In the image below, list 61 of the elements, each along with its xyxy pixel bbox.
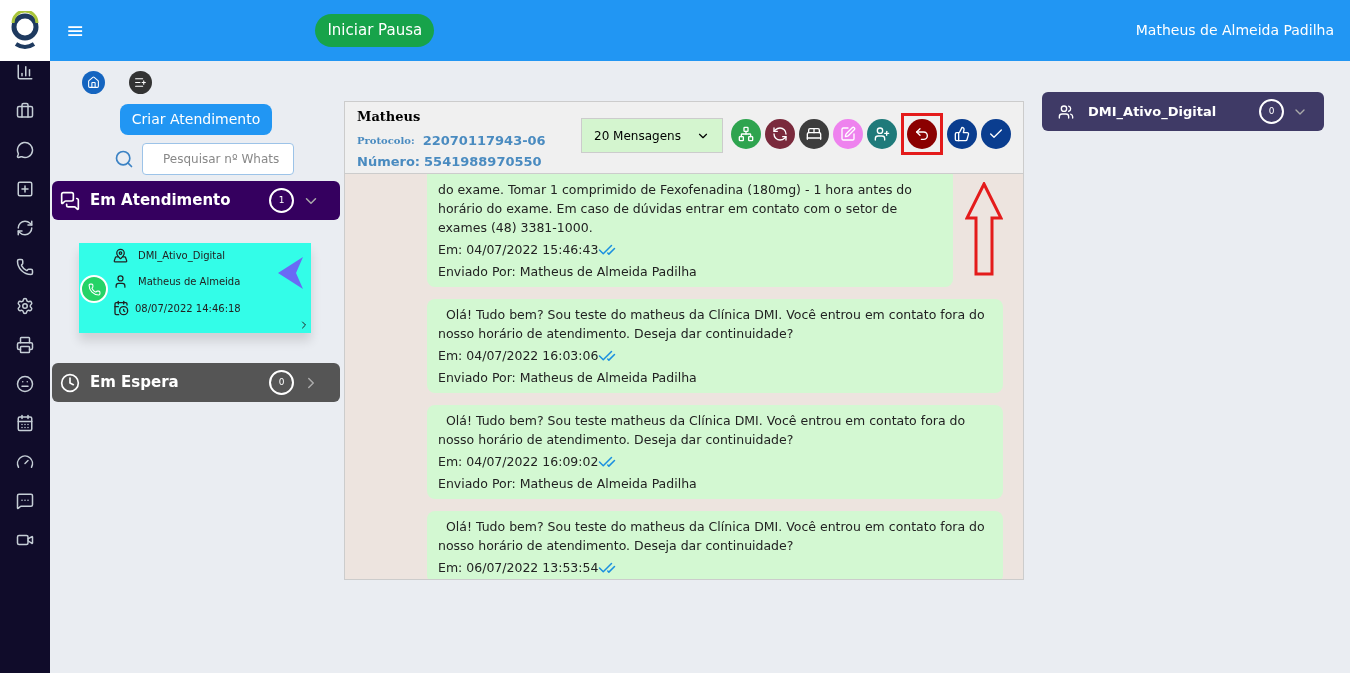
protocol-label: Protocolo:: [357, 133, 415, 148]
message-time: Em: 06/07/2022 13:53:54: [438, 559, 599, 577]
phone-number: 5541988970550: [424, 153, 542, 171]
message-time: Em: 04/07/2022 16:09:02: [438, 453, 599, 471]
queue-title: DMI_Ativo_Digital: [1088, 102, 1217, 122]
printer-icon[interactable]: [16, 336, 34, 354]
calendar-icon[interactable]: [16, 414, 34, 432]
plus-square-icon[interactable]: [16, 180, 34, 198]
phone-icon[interactable]: [16, 258, 34, 276]
clock-icon: [60, 372, 80, 393]
message-count-select[interactable]: 20 Mensagens: [581, 118, 723, 153]
ticket-datetime: 08/07/2022 14:46:18: [135, 301, 241, 316]
logo-icon: [0, 0, 50, 61]
thumbs-up-icon[interactable]: [947, 119, 977, 149]
contact-name: Matheus: [357, 108, 422, 126]
chat-bubble-icon[interactable]: [16, 141, 34, 159]
sender-text: Enviado Por: Matheus de Almeida Padilha: [438, 369, 698, 387]
user-name: Matheus de Almeida Padilha: [1135, 21, 1334, 40]
queue-name: DMI_Ativo_Digital: [138, 249, 226, 263]
number-label: Número:: [357, 153, 421, 171]
protocol-number: 22070117943-06: [422, 131, 546, 150]
sender-text: Enviado Por: Matheus de Almeida Padilha: [438, 263, 698, 281]
settings-icon[interactable]: [16, 297, 34, 315]
group-title: Em Atendimento: [90, 190, 231, 212]
face-icon[interactable]: [16, 375, 34, 393]
bed-icon[interactable]: [799, 119, 829, 149]
reply-icon[interactable]: [907, 119, 937, 149]
queue-header[interactable]: DMI_Ativo_Digital 0: [1042, 92, 1324, 131]
home-icon[interactable]: [82, 71, 105, 94]
add-user-icon[interactable]: [867, 119, 897, 149]
confirm-icon[interactable]: [981, 119, 1011, 149]
message-text: do exame. Tomar 1 comprimido de Fexofenadina (180mg) - 1 hora antes do horário do exame. Em caso de dúvidas entrar em contato com o setor de exames (48) 3381-1000.: [438, 181, 913, 237]
chart-icon[interactable]: [16, 63, 34, 81]
search-icon: [114, 149, 134, 169]
message-text: Olá! Tudo bem? Sou teste do matheus da Clínica DMI. Você entrou em contato fora do nosso horário de atendimento. Deseja dar continuidade?: [438, 518, 986, 555]
speech-bubble-icon[interactable]: [16, 492, 34, 510]
agent-icon: [113, 274, 128, 289]
agent-name: Matheus de Almeida: [138, 275, 241, 289]
gauge-icon[interactable]: [16, 453, 34, 471]
message-text: Olá! Tudo bem? Sou teste do matheus da Clínica DMI. Você entrou em contato fora do nosso horário de atendimento. Deseja dar continuidade?: [438, 306, 986, 343]
message-time: Em: 04/07/2022 16:03:06: [438, 347, 599, 365]
pointer-icon: [278, 257, 303, 289]
group-header[interactable]: Em Espera 0: [52, 363, 340, 402]
count-badge: 1: [269, 188, 294, 213]
message-text: Olá! Tudo bem? Sou teste matheus da Clínica DMI. Você entrou em contato fora do nosso horário de atendimento. Deseja dar continuidade?: [438, 412, 967, 449]
group-header[interactable]: Em Atendimento 1: [52, 181, 340, 220]
chat-bubbles-icon: [60, 190, 80, 211]
sender-text: Enviado Por: Matheus de Almeida Padilha: [438, 475, 698, 493]
message-time: Em: 04/07/2022 15:46:43: [438, 241, 599, 259]
list-add-icon[interactable]: [129, 71, 152, 94]
refresh-icon[interactable]: [16, 219, 34, 237]
briefcase-icon[interactable]: [16, 102, 34, 120]
map-icon: [113, 248, 128, 263]
search-field[interactable]: Pesquisar nº Whats: [142, 143, 294, 175]
people-icon: [1058, 103, 1074, 120]
calendar-icon: [113, 300, 129, 316]
count-badge: 0: [1259, 99, 1284, 124]
group-title: Em Espera: [90, 372, 179, 394]
count-badge: 0: [269, 370, 294, 395]
ticket-card[interactable]: DMI_Ativo_Digital Matheus de Almeida 08/07/2022 14:46:18: [79, 243, 311, 333]
whatsapp-icon: [80, 275, 108, 303]
